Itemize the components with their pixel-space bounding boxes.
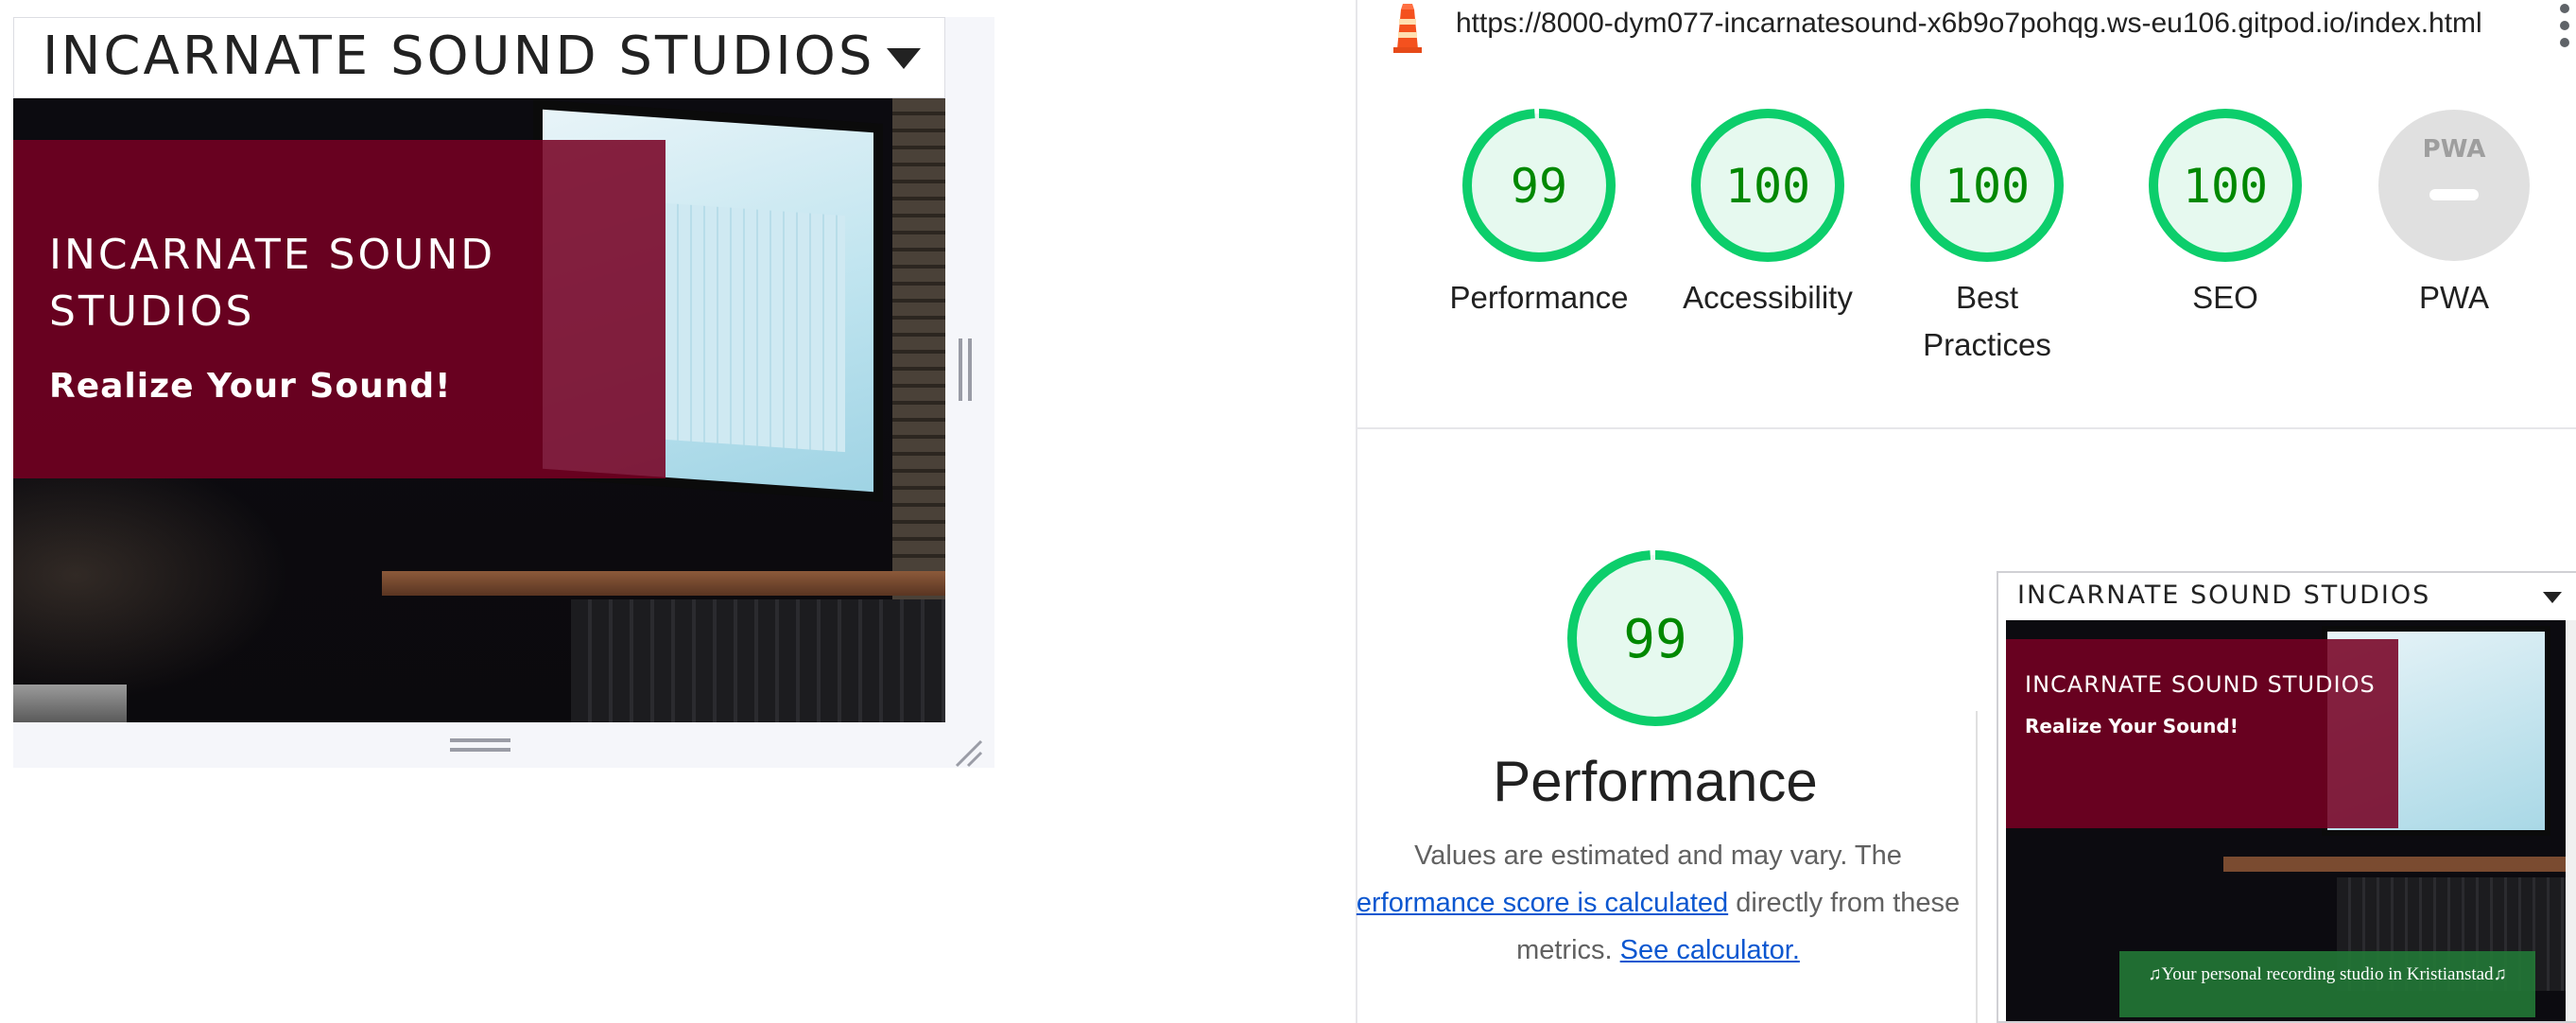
hero-title: INCARNATE SOUND STUDIOS — [49, 231, 496, 336]
desk-shelf-graphic — [382, 571, 945, 596]
final-screenshot-thumbnail[interactable]: INCARNATE SOUND STUDIOS INCARNATE SOUND … — [1997, 571, 2576, 1023]
thumb-shelf-graphic — [2223, 857, 2573, 872]
gauge-label: SEO — [2192, 280, 2258, 315]
pwa-badge-text: PWA — [2423, 135, 2486, 164]
responsive-preview: INCARNATE SOUND STUDIOS INCARNATE SOUND … — [13, 17, 994, 768]
resize-handle-bottom[interactable] — [450, 738, 510, 752]
gauge-label: Best Practices — [1923, 280, 2051, 362]
gauge-accessibility[interactable]: 100 Accessibility — [1645, 108, 1891, 321]
thumb-hero: INCARNATE SOUND STUDIOS Realize Your Sou… — [2006, 620, 2573, 1021]
site-brand[interactable]: INCARNATE SOUND STUDIOS — [43, 26, 874, 87]
nav-toggle-caret-icon[interactable] — [887, 48, 921, 69]
thumb-hero-title: INCARNATE SOUND STUDIOS — [2025, 671, 2376, 698]
performance-title: Performance — [1493, 750, 1818, 813]
pwa-badge-icon: PWA — [2378, 110, 2530, 261]
divider — [1976, 711, 1978, 1023]
hero-tagline: Realize Your Sound! — [49, 367, 452, 406]
gauge-label: PWA — [2419, 280, 2489, 315]
gauge-score: 100 — [2183, 159, 2268, 214]
accessibility-gauge-icon: 100 — [1691, 109, 1844, 262]
gauge-score: 99 — [1511, 159, 1567, 214]
score-summary: 99 Performance 100 Accessibility 100 Bes… — [1357, 53, 2576, 429]
score-calculation-link[interactable]: erformance score is calculated — [1357, 888, 1728, 918]
calculator-link[interactable]: See calculator. — [1620, 935, 1800, 965]
thumb-hero-tagline: Realize Your Sound! — [2025, 715, 2239, 737]
performance-description: Values are estimated and may vary. The e… — [1356, 832, 1961, 974]
gauge-label: Performance — [1449, 280, 1629, 315]
gauge-label: Accessibility — [1683, 280, 1853, 315]
desk-corner-graphic — [13, 685, 127, 722]
resize-handle-right[interactable] — [959, 338, 972, 401]
hero-image: INCARNATE SOUND STUDIOS Realize Your Sou… — [13, 98, 945, 722]
thumb-scrollbar[interactable] — [2566, 620, 2576, 1021]
seo-gauge-icon: 100 — [2149, 109, 2302, 262]
thumb-caret-icon — [2543, 592, 2562, 603]
lighthouse-report: https://8000-dym077-incarnatesound-x6b9o… — [1356, 0, 2576, 1023]
performance-detail: 99 Performance Values are estimated and … — [1357, 427, 2576, 1023]
site-navbar: INCARNATE SOUND STUDIOS — [13, 17, 945, 98]
gauge-seo[interactable]: 100 SEO — [2102, 108, 2348, 321]
resize-corner-icon[interactable] — [951, 736, 985, 770]
gauge-performance[interactable]: 99 Performance — [1416, 108, 1662, 321]
large-gauge-score: 99 — [1623, 609, 1686, 670]
performance-large-gauge-icon: 99 — [1567, 550, 1743, 726]
thumb-navbar: INCARNATE SOUND STUDIOS — [1998, 573, 2576, 618]
lighthouse-logo-icon — [1393, 4, 1422, 53]
gauge-score: 100 — [1945, 159, 2030, 214]
best-practices-gauge-icon: 100 — [1910, 109, 2064, 262]
performance-gauge-icon: 99 — [1462, 109, 1616, 262]
report-topbar: https://8000-dym077-incarnatesound-x6b9o… — [1357, 0, 2576, 53]
report-url: https://8000-dym077-incarnatesound-x6b9o… — [1456, 8, 2482, 39]
gauge-pwa[interactable]: PWA PWA — [2331, 108, 2576, 321]
equipment-rack-graphic — [571, 599, 945, 722]
gauge-score: 100 — [1725, 159, 1810, 214]
description-text: Values are estimated and may vary. The — [1414, 841, 1902, 871]
report-menu-icon[interactable] — [2558, 0, 2571, 53]
hero-overlay: INCARNATE SOUND STUDIOS Realize Your Sou… — [13, 140, 666, 478]
thumb-location-banner: ♫Your personal recording studio in Krist… — [2119, 951, 2535, 1017]
gauge-best-practices[interactable]: 100 Best Practices — [1874, 108, 2101, 369]
thumb-brand: INCARNATE SOUND STUDIOS — [2017, 581, 2431, 610]
